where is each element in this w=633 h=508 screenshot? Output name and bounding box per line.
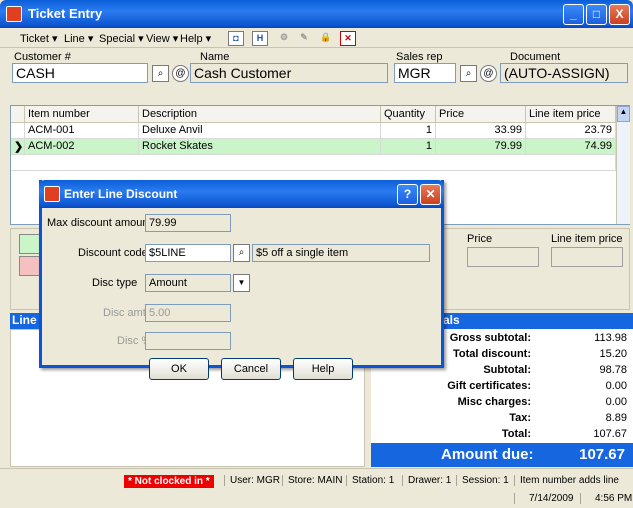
col-description[interactable]: Description (139, 106, 381, 123)
total-label: Total: (501, 428, 531, 440)
disc-pct-field[interactable] (145, 332, 231, 350)
menu-bar: Ticket ▾ Line ▾ Special ▾ View ▾ Help ▾ … (0, 28, 633, 48)
status-station: Station: 1 (346, 475, 394, 486)
cancel-button[interactable]: Cancel (221, 358, 281, 380)
sales-rep-field[interactable]: MGR (394, 63, 456, 83)
table-row-desc[interactable]: Rocket Skates (139, 139, 381, 155)
gross-subtotal-value: 113.98 (594, 332, 627, 344)
status-session: Session: 1 (456, 475, 509, 486)
hold-icon[interactable]: H (252, 31, 268, 46)
discount-code-description: $5 off a single item (252, 244, 430, 262)
document-field: (AUTO-ASSIGN) (500, 63, 628, 83)
document-label: Document (510, 51, 561, 63)
sales-rep-label: Sales rep (396, 51, 443, 63)
row-pointer-icon: ❯ (11, 139, 25, 155)
table-row-item[interactable]: ACM-001 (25, 123, 139, 139)
customer-label: Customer # (14, 51, 71, 63)
col-item-number[interactable]: Item number (25, 106, 139, 123)
status-date: 7/14/2009 (514, 493, 574, 504)
table-row-item[interactable]: ACM-002 (25, 139, 139, 155)
status-mode: Item number adds line (514, 475, 619, 486)
help-icon[interactable]: ? (397, 184, 418, 205)
dialog-titlebar: Enter Line Discount ? ✕ (39, 180, 444, 208)
help-button[interactable]: Help (293, 358, 353, 380)
edit-icon[interactable]: ✎ (296, 31, 312, 46)
tax-value: 8.89 (605, 412, 627, 424)
max-discount-field: 79.99 (145, 214, 231, 232)
total-discount-value: 15.20 (599, 348, 627, 360)
chevron-down-icon[interactable]: ▼ (233, 274, 250, 292)
gift-certificates-label: Gift certificates: (447, 380, 531, 392)
customer-search-icon[interactable]: ⌕ (152, 65, 169, 82)
table-row-price[interactable]: 79.99 (436, 139, 526, 155)
table-row-desc[interactable]: Deluxe Anvil (139, 123, 381, 139)
status-user: User: MGR (224, 475, 280, 486)
close-button[interactable]: X (609, 4, 630, 25)
minimize-button[interactable]: _ (563, 4, 584, 25)
window-title: Ticket Entry (28, 6, 103, 21)
price-field (467, 247, 539, 267)
sales-rep-detail-icon[interactable]: @ (480, 65, 497, 82)
customer-detail-icon[interactable]: @ (172, 65, 189, 82)
table-row-line-price[interactable]: 23.79 (526, 123, 616, 139)
amount-due-label: Amount due: (441, 446, 534, 463)
line-item-price-field (551, 247, 623, 267)
ok-button[interactable]: OK (149, 358, 209, 380)
col-quantity[interactable]: Quantity (381, 106, 436, 123)
menu-line[interactable]: Line ▾ (64, 32, 93, 45)
dialog-app-icon (44, 186, 60, 202)
gift-certificates-value: 0.00 (605, 380, 627, 392)
disc-type-select[interactable]: Amount (145, 274, 231, 292)
disc-type-label: Disc type (92, 277, 138, 289)
gear-icon[interactable]: ⚙ (276, 31, 292, 46)
discount-code-field[interactable]: $5LINE (145, 244, 231, 262)
col-line-item-price[interactable]: Line item price (526, 106, 616, 123)
table-row-qty[interactable]: 1 (381, 123, 436, 139)
price-label: Price (467, 233, 493, 245)
maximize-button[interactable]: □ (586, 4, 607, 25)
name-field: Cash Customer (190, 63, 388, 83)
discount-code-search-icon[interactable]: ⌕ (233, 244, 250, 262)
discount-code-label: Discount code (78, 247, 148, 259)
void-icon[interactable]: ✕ (340, 31, 356, 46)
clock-status-badge: * Not clocked in * (124, 475, 214, 488)
col-price[interactable]: Price (436, 106, 526, 123)
disc-amt-label: Disc amt (103, 307, 146, 319)
dialog-close-icon[interactable]: ✕ (420, 184, 441, 205)
app-icon (6, 6, 22, 22)
lock-icon[interactable]: 🔒 (318, 31, 334, 46)
dialog-title: Enter Line Discount (64, 187, 178, 201)
table-row-qty[interactable]: 1 (381, 139, 436, 155)
tax-label: Tax: (509, 412, 531, 424)
sales-rep-search-icon[interactable]: ⌕ (460, 65, 477, 82)
misc-charges-label: Misc charges: (457, 396, 531, 408)
grid-scrollbar[interactable]: ▲ (616, 106, 630, 224)
status-drawer: Drawer: 1 (402, 475, 451, 486)
status-bar: * Not clocked in * User: MGR Store: MAIN… (0, 468, 633, 508)
status-time: 4:56 PM (580, 493, 632, 504)
menu-help[interactable]: Help ▾ (180, 32, 211, 45)
table-row-line-price[interactable]: 74.99 (526, 139, 616, 155)
disc-amt-field[interactable]: 5.00 (145, 304, 231, 322)
window-titlebar: Ticket Entry _ □ X (0, 0, 633, 28)
menu-view[interactable]: View ▾ (146, 32, 178, 45)
status-store: Store: MAIN (282, 475, 342, 486)
lookup-icon[interactable]: ◘ (228, 31, 244, 46)
misc-charges-value: 0.00 (605, 396, 627, 408)
menu-special[interactable]: Special ▾ (99, 32, 144, 45)
scroll-up-icon[interactable]: ▲ (617, 106, 630, 122)
line-item-price-label: Line item price (551, 233, 623, 245)
max-discount-label: Max discount amount (47, 217, 152, 229)
customer-field[interactable]: CASH (12, 63, 148, 83)
total-value: 107.67 (593, 428, 627, 440)
table-row-price[interactable]: 33.99 (436, 123, 526, 139)
name-label: Name (200, 51, 230, 63)
menu-ticket[interactable]: Ticket ▾ (20, 32, 58, 45)
amount-due-bar: Amount due: 107.67 (371, 443, 633, 467)
table-row-empty[interactable] (11, 155, 616, 171)
subtotal-value: 98.78 (599, 364, 627, 376)
amount-due-value: 107.67 (579, 446, 625, 463)
